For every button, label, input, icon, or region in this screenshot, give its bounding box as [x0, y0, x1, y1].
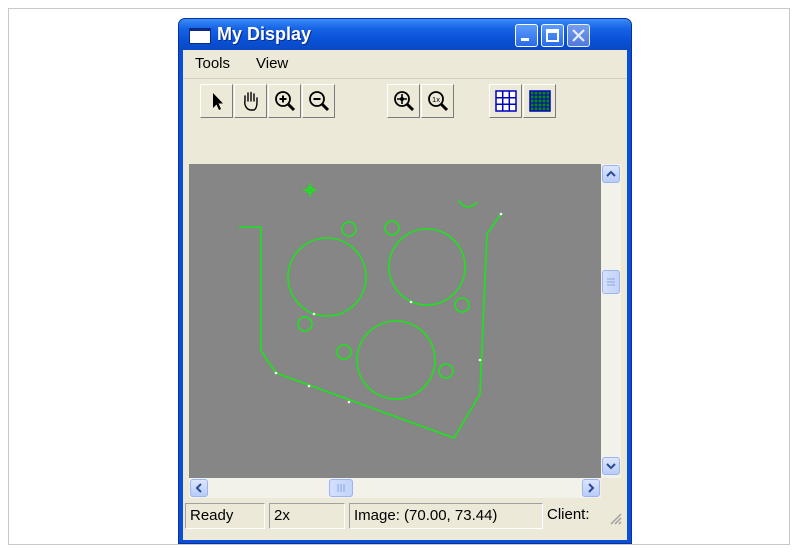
top-arc	[458, 199, 478, 208]
vertical-scroll-thumb[interactable]	[602, 270, 620, 294]
status-bar: Ready 2x Image: (70.00, 73.44) Client:	[183, 500, 627, 536]
maximize-icon	[546, 29, 559, 42]
grip-lines-icon	[337, 484, 345, 492]
window-client: Tools View 1x Ready 2x Image: (70.00, 73…	[183, 50, 627, 540]
part-outline	[239, 213, 502, 439]
toolbar: 1x	[183, 78, 627, 120]
status-ready: Ready	[185, 503, 265, 529]
scrollbar-corner	[601, 478, 621, 498]
zoom-in-icon	[275, 91, 296, 112]
grip-lines-icon	[607, 278, 615, 286]
horizontal-scrollbar[interactable]	[189, 478, 601, 498]
drawing-canvas[interactable]	[189, 164, 601, 478]
pan-hand-button[interactable]	[234, 84, 267, 118]
close-button[interactable]	[567, 24, 590, 47]
scroll-up-button[interactable]	[602, 165, 620, 183]
zoom-1x-label: 1x	[432, 95, 440, 104]
chevron-right-icon	[588, 483, 595, 493]
part-drawing	[239, 183, 503, 439]
zoom-in-button[interactable]	[268, 84, 301, 118]
window-title: My Display	[217, 24, 312, 44]
window-app-icon	[189, 28, 211, 44]
resize-grip-icon[interactable]	[607, 510, 623, 526]
zoom-fit-button[interactable]	[387, 84, 420, 118]
zoom-1x-icon: 1x	[428, 91, 449, 112]
hole-large-right	[388, 228, 466, 306]
scroll-left-button[interactable]	[190, 479, 208, 497]
hole-large-bottom	[356, 320, 436, 400]
vertical-scrollbar[interactable]	[601, 164, 621, 478]
chevron-down-icon	[606, 463, 616, 470]
scroll-right-button[interactable]	[582, 479, 600, 497]
menu-tools[interactable]: Tools	[195, 55, 230, 72]
arrow-pointer-icon	[213, 93, 223, 110]
grid-fine-button[interactable]	[523, 84, 556, 118]
grid-coarse-button[interactable]	[489, 84, 522, 118]
select-arrow-button[interactable]	[200, 84, 233, 118]
grid-fine-icon	[529, 90, 551, 112]
hole-small-4	[336, 344, 352, 360]
scroll-down-button[interactable]	[602, 457, 620, 475]
grid-icon	[495, 90, 517, 112]
status-zoom: 2x	[269, 503, 345, 529]
maximize-button[interactable]	[541, 24, 564, 47]
zoom-out-button[interactable]	[302, 84, 335, 118]
hole-small-1	[341, 221, 357, 237]
title-bar[interactable]: My Display	[179, 19, 631, 50]
hole-small-3	[297, 316, 313, 332]
origin-crosshair	[303, 183, 317, 197]
hand-icon	[244, 91, 258, 111]
chevron-left-icon	[195, 483, 202, 493]
horizontal-scroll-thumb[interactable]	[329, 479, 353, 497]
minimize-icon	[521, 38, 529, 41]
menu-view[interactable]: View	[256, 55, 288, 72]
hole-small-5	[454, 297, 470, 313]
menu-bar: Tools View	[183, 50, 627, 79]
zoom-1x-button[interactable]: 1x	[421, 84, 454, 118]
zoom-out-icon	[309, 91, 330, 112]
hole-large-left	[287, 237, 367, 317]
hole-small-2	[384, 220, 400, 236]
hole-small-6	[438, 363, 454, 379]
status-image-coords: Image: (70.00, 73.44)	[349, 503, 543, 529]
zoom-fit-icon	[394, 91, 415, 112]
minimize-button[interactable]	[515, 24, 538, 47]
chevron-up-icon	[606, 170, 616, 177]
my-display-window: My Display Tools View 1x Ready 2x Image:…	[178, 18, 632, 544]
close-icon	[572, 29, 585, 42]
